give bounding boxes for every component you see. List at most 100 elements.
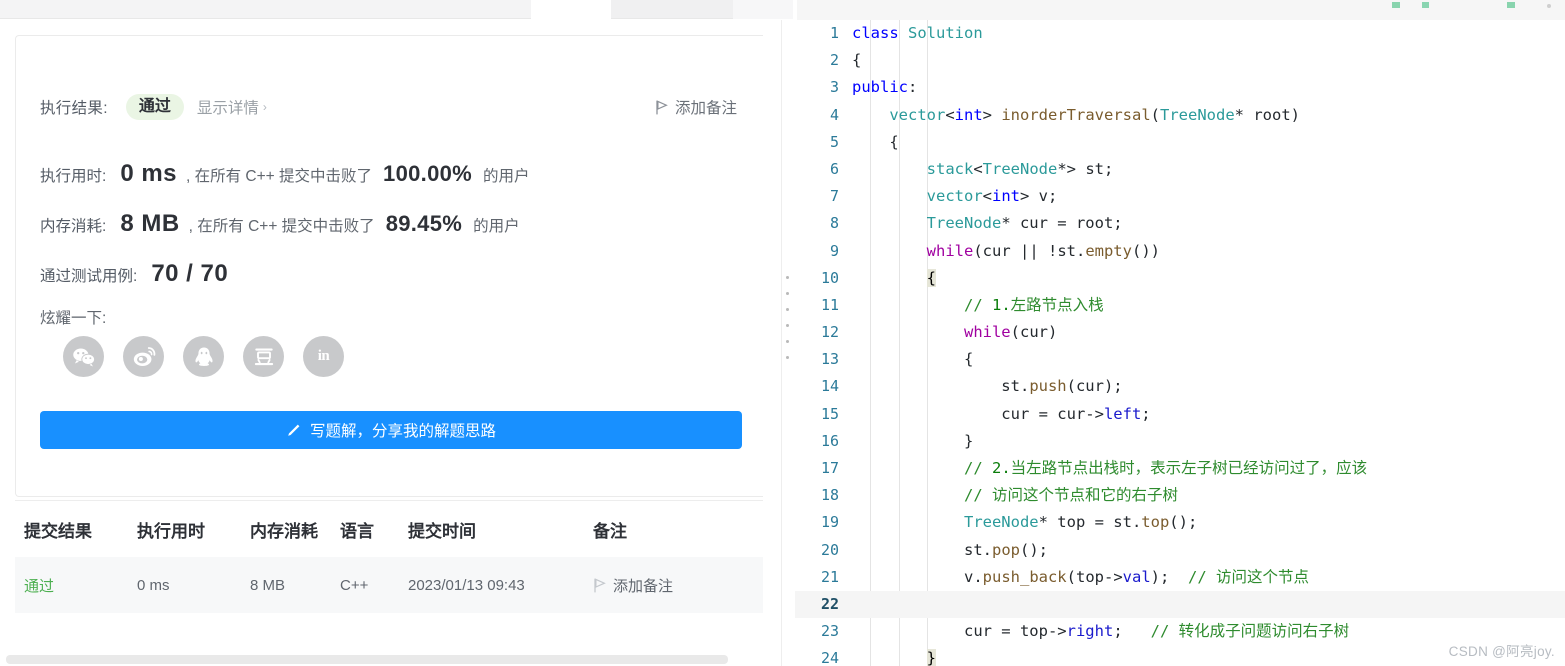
editor-toolbar-icon-3[interactable] <box>1507 2 1515 8</box>
runtime-percentile: 100.00% <box>383 161 472 186</box>
code-text: TreeNode* top = st.top(); <box>852 509 1197 536</box>
pane-divider[interactable] <box>781 20 782 666</box>
qq-icon[interactable] <box>183 336 224 377</box>
chrome-panel-tab-middle[interactable] <box>611 0 733 19</box>
code-token: ()) <box>1131 241 1160 260</box>
line-number: 11 <box>820 295 839 314</box>
add-note-button[interactable]: 添加备注 <box>655 96 737 118</box>
code-token: while <box>926 241 974 260</box>
code-token: TreeNode <box>963 513 1039 532</box>
code-line-20[interactable]: 20 st.pop(); <box>795 537 1565 564</box>
code-token: *> st; <box>1057 159 1114 178</box>
code-token: * top = st. <box>1038 513 1142 532</box>
editor-toolbar-icon-1[interactable] <box>1392 2 1400 8</box>
table-row[interactable]: 通过 0 ms 8 MB C++ 2023/01/13 09:43 添加备注 <box>15 557 763 613</box>
chrome-panel-tab-left[interactable] <box>0 0 531 19</box>
left-pane-horizontal-scrollbar[interactable] <box>6 655 728 664</box>
line-number: 20 <box>820 540 839 559</box>
weibo-icon[interactable] <box>123 336 164 377</box>
code-token: < <box>945 105 955 124</box>
table-header-row: 提交结果 执行用时 内存消耗 语言 提交时间 备注 <box>15 501 763 557</box>
code-line-11[interactable]: 11 // 1.左路节点入栈 <box>795 292 1565 319</box>
code-editor[interactable]: 1 class Solution 2{3 public: 4 vector<int> i… <box>795 20 1565 666</box>
left-pane-scrollbar-track[interactable] <box>765 20 1540 666</box>
editor-toolbar-icon-2[interactable] <box>1422 2 1429 8</box>
editor-toolbar-icon-4[interactable] <box>1547 4 1551 8</box>
write-solution-button[interactable]: 写题解，分享我的解题思路 <box>40 411 742 449</box>
code-line-2[interactable]: 2{ <box>795 47 1565 74</box>
line-number: 19 <box>820 513 839 532</box>
code-text: cur = cur->left; <box>852 401 1150 428</box>
code-token: > <box>982 105 1002 124</box>
code-text: // 1.左路节点入栈 <box>852 292 1104 319</box>
code-line-6[interactable]: 6 stack<TreeNode*> st; <box>795 156 1565 183</box>
code-line-16[interactable]: 16 } <box>795 428 1565 455</box>
status-badge: 通过 <box>125 94 184 120</box>
douban-icon[interactable] <box>243 336 284 377</box>
code-lines[interactable]: 1 class Solution 2{3 public: 4 vector<int> i… <box>795 20 1565 666</box>
wechat-icon[interactable] <box>63 336 104 377</box>
linkedin-icon[interactable]: in <box>303 336 344 377</box>
result-card: 执行结果: 通过 显示详情 › 添加备注 执行用时: 0 ms , 在所有 C+… <box>15 35 763 497</box>
code-line-15[interactable]: 15 cur = cur->left; <box>795 401 1565 428</box>
code-line-10[interactable]: 10 { <box>795 265 1565 292</box>
code-text: stack<TreeNode*> st; <box>852 156 1114 183</box>
code-line-17[interactable]: 17 // 2.当左路节点出栈时，表示左子树已经访问过了，应该 <box>795 455 1565 482</box>
add-note-label: 添加备注 <box>674 100 737 117</box>
memory-users-text: 的用户 <box>473 218 520 235</box>
submissions-table: 提交结果 执行用时 内存消耗 语言 提交时间 备注 通过 0 ms 8 MB C… <box>15 500 763 613</box>
code-token: while <box>963 323 1011 342</box>
memory-beats-text: , 在所有 C++ 提交中击败了 <box>188 218 375 235</box>
result-pane: 执行结果: 通过 显示详情 › 添加备注 执行用时: 0 ms , 在所有 C+… <box>0 20 763 666</box>
code-line-13[interactable]: 13 { <box>795 346 1565 373</box>
testcase-label: 通过测试用例: <box>40 268 138 285</box>
flag-icon <box>655 99 668 115</box>
row-status[interactable]: 通过 <box>24 575 137 596</box>
code-line-4[interactable]: 4 vector<int> inorderTraversal(TreeNode*… <box>795 102 1565 129</box>
code-text: st.pop(); <box>852 537 1048 564</box>
code-line-14[interactable]: 14 st.push(cur); <box>795 373 1565 400</box>
row-runtime: 0 ms <box>137 576 170 594</box>
code-token: empty <box>1085 241 1132 260</box>
line-number: 9 <box>829 241 839 260</box>
pane-resize-handle[interactable] <box>786 276 792 372</box>
line-number: 8 <box>829 214 839 233</box>
code-token: // 访问这个节点 <box>1187 567 1309 586</box>
code-line-3[interactable]: 3 public: <box>795 74 1565 101</box>
code-token: top <box>1141 513 1170 532</box>
code-token: right <box>1066 622 1114 641</box>
show-detail-link[interactable]: 显示详情 <box>197 96 259 118</box>
code-line-18[interactable]: 18 // 访问这个节点和它的右子树 <box>795 482 1565 509</box>
code-token: class <box>852 24 899 42</box>
top-chrome-strip <box>0 0 1565 20</box>
header-language: 语言 <box>340 521 374 541</box>
code-line-1[interactable]: 1 class Solution <box>795 20 1565 47</box>
code-token: left <box>1103 404 1142 423</box>
header-result: 提交结果 <box>24 521 92 541</box>
code-line-12[interactable]: 12 while(cur) <box>795 319 1565 346</box>
code-text: cur = top->right; // 转化成子问题访问右子树 <box>852 618 1349 645</box>
code-text: } <box>852 645 936 666</box>
code-line-8[interactable]: 8 TreeNode* cur = root; <box>795 210 1565 237</box>
code-line-7[interactable]: 7 vector<int> v; <box>795 183 1565 210</box>
chrome-panel-tab-right[interactable] <box>733 0 793 19</box>
code-line-22[interactable]: 22 <box>795 590 1565 619</box>
linkedin-label: in <box>317 348 330 364</box>
code-line-19[interactable]: 19 TreeNode* top = st.top(); <box>795 509 1565 536</box>
code-token: inorderTraversal <box>1001 105 1151 124</box>
code-line-5[interactable]: 5 { <box>795 129 1565 156</box>
runtime-label: 执行用时: <box>40 168 107 185</box>
code-line-9[interactable]: 9 while(cur || !st.empty()) <box>795 238 1565 265</box>
header-time: 提交时间 <box>408 521 476 541</box>
code-token: Solution <box>908 24 983 42</box>
testcase-value: 70 / 70 <box>151 260 229 287</box>
row-add-note-button[interactable]: 添加备注 <box>593 575 753 596</box>
code-line-21[interactable]: 21 v.push_back(top->val); // 访问这个节点 <box>795 564 1565 591</box>
code-text: st.push(cur); <box>852 373 1122 400</box>
